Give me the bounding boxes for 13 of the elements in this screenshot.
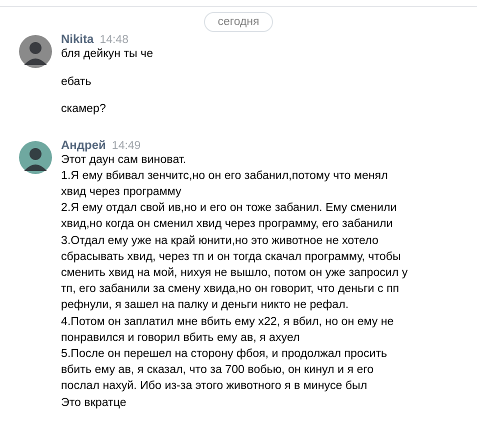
message-text: ебать	[61, 74, 92, 90]
date-divider: сегодня	[204, 12, 274, 32]
author-name[interactable]: Андрей	[61, 138, 106, 152]
message-text: 3.Отдал ему уже на край юнити,но это животное не хотело сбрасывать хвид, через тп и он тогда скачал программу, чтобы сменить хвид на мой, нихуя не вышло, потом он уже запросил у тп, его забанили за смену хвида,но он говорит, что деньги с пп рефнули, я зашел на палку и деньги никто не рефал.	[61, 232, 409, 314]
message-text: 1.Я ему вбивал зенчитс,но он его забанил,потому что менял хвид через программу	[61, 168, 389, 200]
message-text: 5.После он перешел на сторону фбоя, и продолжал просить вбить ему ав, я сказал, что за 700 вобью, он кинул и я его послал нахуй. Ибо из-за этого животного я в минусе был	[61, 346, 388, 394]
message-text: Это вкратце	[61, 394, 128, 411]
author-name[interactable]: Nikita	[61, 32, 94, 46]
message-text: скамер?	[61, 101, 107, 118]
message-text: 4.Потом он заплатил мне вбить ему х22, я вбил, но он ему не понравился и говорил вбить ему ав, я ахуел	[61, 314, 395, 346]
message-text: бля дейкун ты че	[61, 46, 154, 62]
message-text: 2.Я ему отдал свой ив,но и его он тоже забанил. Ему сменили хвид,но когда он сменил хвид через программу, его забанили	[61, 200, 398, 232]
message-text: Этот даун сам виноват.	[61, 152, 188, 168]
